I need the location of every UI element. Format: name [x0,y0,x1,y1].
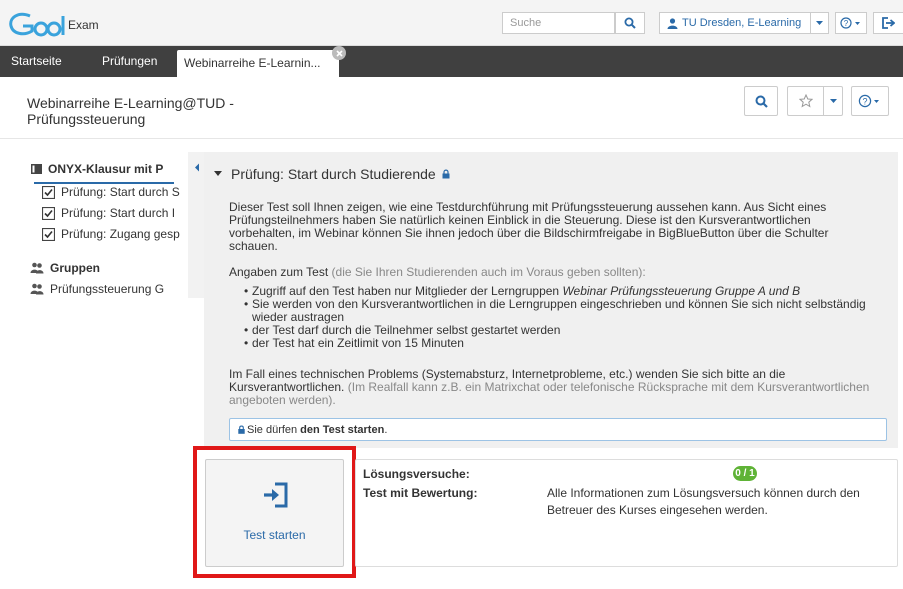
course-help-button[interactable]: ? [851,86,889,116]
tree-selection-indicator [34,182,174,184]
tree-item-group[interactable]: Prüfungssteuerung G [30,280,164,298]
graded-label: Test mit Bewertung: [363,486,478,500]
lock-icon [442,169,450,179]
test-info-label: Angaben zum Test [229,265,329,279]
collapse-triangle-icon [214,171,222,176]
page-title-line1: Webinarreihe E-Learning@TUD - [27,95,234,111]
chevron-down-icon [816,20,823,25]
tab-course-active[interactable]: Webinarreihe E-Learnin... [177,50,339,77]
user-menu-caret[interactable] [811,12,829,34]
user-menu-button[interactable]: TU Dresden, E-Learning [659,12,811,34]
graded-text: Alle Informationen zum Lösungsversuch kö… [547,485,860,519]
lock-icon [238,425,245,434]
start-test-label: Test starten [243,528,306,542]
test-info-hint: (die Sie Ihren Studierenden auch im Vora… [331,265,646,279]
graded-text-line1: Alle Informationen zum Lösungsversuch kö… [547,486,860,500]
svg-text:?: ? [844,19,849,28]
close-icon [335,49,343,57]
list-item: der Test hat ein Zeitlimit von 15 Minute… [244,337,874,351]
bookmark-button[interactable] [787,86,823,116]
page-title: Webinarreihe E-Learning@TUD - Prüfungsst… [27,95,447,127]
tab-close-button[interactable] [332,46,346,60]
group-icon [30,283,44,295]
book-icon [31,164,42,174]
search-button[interactable] [615,12,645,34]
sign-in-icon [264,482,288,508]
checkbox-test-icon [42,206,55,220]
tree-item-label: Prüfung: Start durch I [61,206,176,220]
tree-item-exam-1[interactable]: Prüfung: Start durch S [42,183,180,201]
user-icon [667,17,678,29]
list-item-text: Zugriff auf den Test haben nur Mitgliede… [252,284,563,298]
opal-logo[interactable]: Exam [8,8,99,38]
tree-item-label: Prüfung: Zugang gesp [61,227,180,241]
section-title[interactable]: Prüfung: Start durch Studierende [214,166,450,182]
logout-button[interactable] [873,12,903,34]
course-search-button[interactable] [744,86,778,116]
nav-start[interactable]: Startseite [11,46,62,77]
attempts-badge: 0 / 1 [733,466,757,481]
tree-node-groups[interactable]: Gruppen [30,259,100,277]
page-title-line2: Prüfungssteuerung [27,111,146,127]
checkbox-test-icon [42,185,55,199]
notice-post: . [384,423,388,436]
list-item-emphasis: Webinar Prüfungssteuerung Gruppe A und B [562,284,801,298]
tree-item-label: Prüfungssteuerung G [50,282,165,296]
nav-exams[interactable]: Prüfungen [102,46,157,77]
problem-paragraph: Im Fall eines technischen Problems (Syst… [229,368,877,407]
bookmark-menu-caret[interactable] [823,86,843,116]
tree-node-root[interactable]: ONYX-Klausur mit P [30,160,163,178]
graded-text-line2: Betreuer des Kurses eingesehen werden. [547,503,768,517]
test-info-heading: Angaben zum Test (die Sie Ihren Studiere… [229,266,877,279]
checkbox-test-icon [42,227,55,241]
start-permission-notice: Sie dürfen den Test starten. [229,418,887,441]
help-icon: ? [840,17,860,29]
intro-paragraph: Dieser Test soll Ihnen zeigen, wie eine … [229,200,829,253]
star-icon [798,94,813,108]
tree-item-label: Prüfung: Start durch S [61,185,180,199]
section-title-text: Prüfung: Start durch Studierende [231,166,436,182]
tree-item-exam-3[interactable]: Prüfung: Zugang gesp [42,225,180,243]
search-icon [624,17,636,29]
svg-text:?: ? [862,97,867,107]
main-navigation: Startseite Prüfungen Webinarreihe E-Lear… [0,46,903,77]
help-menu-button[interactable]: ? [835,12,867,34]
tree-groups-label: Gruppen [50,261,100,275]
notice-bold: den Test starten [300,423,385,436]
attempts-label: Lösungsversuche: [363,467,470,481]
group-icon [30,262,44,274]
top-header: Exam Suche TU Dresden, E-Learning ? [0,0,903,46]
title-divider [0,138,903,139]
opal-logo-icon [9,12,65,37]
tree-item-exam-2[interactable]: Prüfung: Start durch I [42,204,175,222]
search-icon [755,95,768,108]
tree-root-label: ONYX-Klausur mit P [48,162,164,176]
start-test-button[interactable]: Test starten [205,459,344,567]
search-input[interactable]: Suche [502,12,615,34]
logout-icon [882,17,895,29]
test-info-list: Zugriff auf den Test haben nur Mitgliede… [244,284,874,351]
logo-exam-text: Exam [68,18,99,32]
list-item: Sie werden von den Kursverantwortlichen … [244,298,874,324]
help-icon: ? [858,94,879,108]
chevron-down-icon [829,98,837,103]
user-label: TU Dresden, E-Learning [682,17,802,29]
notice-pre: Sie dürfen [247,423,298,436]
chevron-left-icon [195,163,199,172]
